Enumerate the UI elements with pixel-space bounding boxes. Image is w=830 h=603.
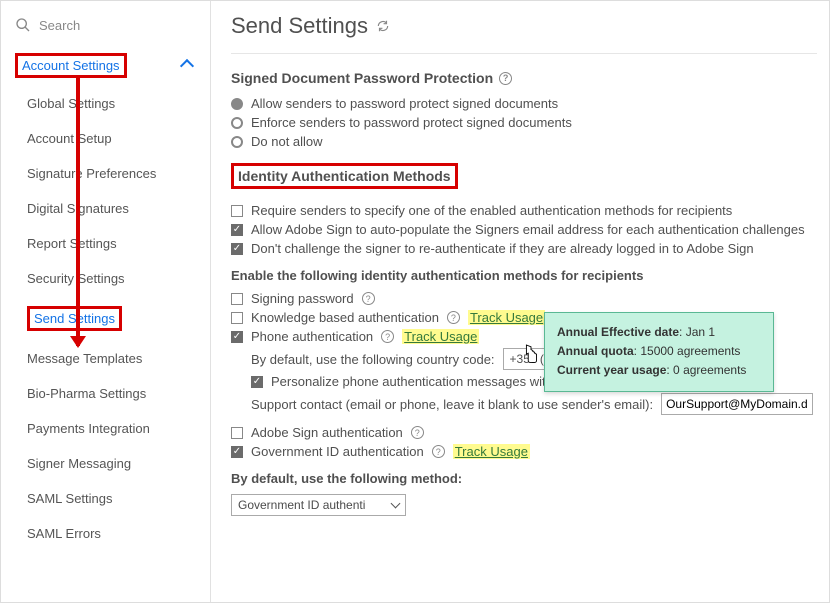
chevron-up-icon [180,58,194,72]
section-identity-auth: Identity Authentication Methods [231,163,458,189]
chk-auto-populate[interactable]: ✓Allow Adobe Sign to auto-populate the S… [231,222,817,237]
refresh-icon[interactable] [376,13,390,39]
tooltip-usage: Annual Effective date: Jan 1 Annual quot… [544,312,774,392]
nav-saml-errors[interactable]: SAML Errors [1,516,210,551]
chk-adobe-sign-auth[interactable]: Adobe Sign authentication ? [231,425,817,440]
sidebar: Search Account Settings Global Settings … [1,1,211,602]
section-password-protection: Signed Document Password Protection ? [231,70,817,86]
help-icon[interactable]: ? [499,72,512,85]
chk-signing-password[interactable]: Signing password ? [231,291,817,306]
nav-saml-settings[interactable]: SAML Settings [1,481,210,516]
default-method-label: By default, use the following method: [231,471,817,486]
chevron-down-icon [391,499,401,509]
main-content: Send Settings Signed Document Password P… [211,1,829,602]
help-icon[interactable]: ? [381,330,394,343]
chk-no-rechallenge[interactable]: ✓Don't challenge the signer to re-authen… [231,241,817,256]
nav-send-settings[interactable]: Send Settings [1,296,210,341]
nav-global-settings[interactable]: Global Settings [1,86,210,121]
help-icon[interactable]: ? [362,292,375,305]
nav-digital-signatures[interactable]: Digital Signatures [1,191,210,226]
radio-enforce-password[interactable]: Enforce senders to password protect sign… [231,115,817,130]
enable-methods-heading: Enable the following identity authentica… [231,268,817,283]
chk-require-auth[interactable]: Require senders to specify one of the en… [231,203,817,218]
nav-payments-integration[interactable]: Payments Integration [1,411,210,446]
radio-allow-password[interactable]: Allow senders to password protect signed… [231,96,817,111]
row-support-contact: Support contact (email or phone, leave i… [251,393,817,415]
help-icon[interactable]: ? [432,445,445,458]
nav-signature-preferences[interactable]: Signature Preferences [1,156,210,191]
link-track-usage-kba[interactable]: Track Usage [470,310,543,325]
link-track-usage-gov[interactable]: Track Usage [455,444,528,459]
link-track-usage-phone[interactable]: Track Usage [404,329,477,344]
help-icon[interactable]: ? [447,311,460,324]
help-icon[interactable]: ? [411,426,424,439]
search-box[interactable]: Search [1,11,210,45]
page-title: Send Settings [231,13,817,39]
select-default-method[interactable]: Government ID authenti [231,494,406,516]
chk-gov-id-auth[interactable]: ✓Government ID authentication ? Track Us… [231,444,817,459]
nav-report-settings[interactable]: Report Settings [1,226,210,261]
nav-signer-messaging[interactable]: Signer Messaging [1,446,210,481]
radio-do-not-allow[interactable]: Do not allow [231,134,817,149]
nav-account-setup[interactable]: Account Setup [1,121,210,156]
search-icon [15,17,31,33]
nav-security-settings[interactable]: Security Settings [1,261,210,296]
nav-section-account-settings[interactable]: Account Settings [1,45,210,86]
input-support-contact[interactable] [661,393,813,415]
nav-section-label: Account Settings [15,53,127,78]
search-placeholder: Search [39,18,80,33]
nav-message-templates[interactable]: Message Templates [1,341,210,376]
nav-bio-pharma-settings[interactable]: Bio-Pharma Settings [1,376,210,411]
